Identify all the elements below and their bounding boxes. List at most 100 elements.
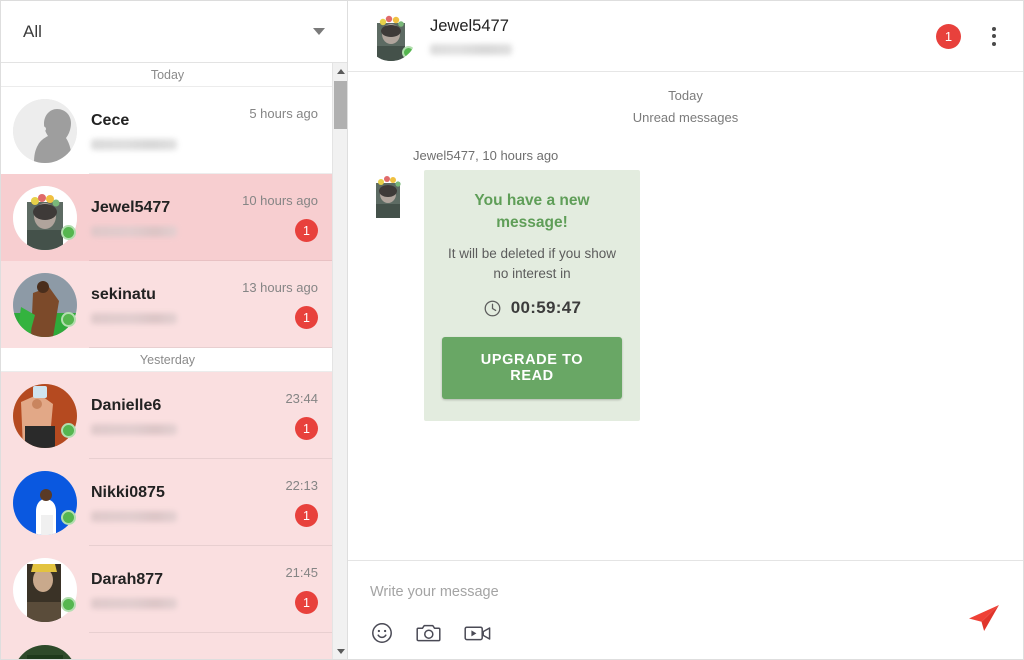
list-item-time: 23:44 (285, 391, 318, 406)
message-input[interactable] (370, 584, 910, 600)
kebab-dot (992, 26, 996, 31)
online-status-dot (61, 312, 76, 327)
list-item-divider (89, 347, 334, 348)
status-badge[interactable]: 1 (936, 23, 961, 49)
list-item-name: Darah877 (91, 570, 164, 588)
message-row: You have a new message! It will be delet… (348, 170, 1023, 421)
list-item-text: sekinatu (91, 286, 232, 324)
online-status-dot (61, 510, 76, 525)
list-item-name: Nikki0875 (91, 483, 165, 501)
list-item-meta: 5 hours ago (232, 106, 318, 155)
list-item-subtitle-blurred (91, 312, 177, 324)
list-item-time: 22:13 (285, 478, 318, 493)
list-item-time: 5 hours ago (249, 106, 318, 121)
online-status-dot (402, 46, 415, 59)
day-divider-today: Today (1, 63, 334, 87)
chat-header-text: Jewel5477 (430, 17, 936, 55)
list-item-subtitle-blurred (91, 597, 177, 609)
unread-messages-label: Unread messages (632, 110, 739, 125)
conversations-panel: All Today Cece 5 hours ago Jewel5477 10 … (0, 0, 348, 660)
bubble-description: It will be deleted if you show no intere… (447, 246, 617, 281)
unread-badge: 1 (295, 504, 318, 527)
avatar (13, 98, 77, 163)
online-status-dot (61, 597, 76, 612)
list-item-meta: 10 hours ago 1 (232, 193, 318, 242)
list-item-danielle6[interactable]: Danielle6 23:44 1 (1, 372, 334, 459)
timer-row: 00:59:47 (442, 298, 622, 318)
list-item-subtitle-blurred (91, 423, 177, 435)
chat-day-label: Today (668, 88, 703, 103)
avatar (13, 644, 77, 659)
list-item-darah877[interactable]: Darah877 21:45 1 (1, 546, 334, 633)
list-item-jewel5477[interactable]: Jewel5477 10 hours ago 1 (1, 174, 334, 261)
kebab-dot (992, 41, 996, 46)
list-item-time: 13 hours ago (242, 280, 318, 295)
clock-icon (484, 300, 501, 316)
scrollbar-thumb[interactable] (334, 81, 347, 129)
bubble-title: You have a new message! (474, 192, 590, 231)
list-item-text: Darah877 (91, 571, 232, 609)
list-item-subtitle-blurred (91, 225, 177, 237)
list-item-nikki0875[interactable]: Nikki0875 22:13 1 (1, 459, 334, 546)
day-divider-yesterday: Yesterday (1, 348, 334, 372)
unread-badge: 1 (295, 219, 318, 242)
list-scrollbar[interactable] (332, 63, 347, 659)
chat-header: Jewel5477 1 (348, 1, 1023, 72)
new-message-bubble: You have a new message! It will be delet… (424, 170, 640, 421)
filter-dropdown-label: All (23, 21, 42, 41)
list-item-meta: 13 hours ago 1 (232, 280, 318, 329)
list-item-sekinatu[interactable]: sekinatu 13 hours ago 1 (1, 261, 334, 348)
list-item-name: Danielle6 (91, 396, 162, 414)
list-item-subtitle-blurred (91, 510, 177, 522)
page-title: Jewel5477 (430, 17, 509, 35)
unread-badge: 1 (295, 306, 318, 329)
list-item[interactable] (1, 633, 334, 659)
kebab-menu-icon[interactable] (983, 21, 1005, 52)
unread-badge: 1 (295, 591, 318, 614)
message-composer (348, 560, 1023, 659)
kebab-dot (992, 34, 996, 38)
list-item-meta: 23:44 1 (232, 391, 318, 440)
chat-panel: Jewel5477 1 Today Unread messages Jewel5… (348, 0, 1024, 660)
online-status-dot (61, 423, 76, 438)
list-item-meta: 22:13 1 (232, 478, 318, 527)
list-item[interactable]: Cece 5 hours ago (1, 87, 334, 174)
list-item-name: sekinatu (91, 285, 156, 303)
photo-avatar (13, 644, 77, 659)
scroll-up-button[interactable] (333, 63, 347, 79)
list-item-text: Cece (91, 112, 232, 150)
emoji-icon[interactable] (370, 621, 394, 645)
conversation-list-wrapper: Today Cece 5 hours ago Jewel5477 10 hour… (1, 63, 347, 659)
scroll-down-button[interactable] (333, 643, 347, 659)
upgrade-to-read-button[interactable]: UPGRADE TO READ (442, 337, 622, 399)
camera-icon[interactable] (416, 621, 442, 645)
conversation-list: Today Cece 5 hours ago Jewel5477 10 hour… (1, 63, 334, 659)
avatar[interactable] (364, 170, 412, 218)
list-item-meta: 21:45 1 (232, 565, 318, 614)
placeholder-person-icon (13, 98, 77, 163)
filter-dropdown[interactable]: All (1, 1, 347, 63)
composer-icon-bar (370, 621, 492, 645)
list-item-subtitle-blurred (91, 138, 177, 150)
message-sender-line: Jewel5477, 10 hours ago (413, 148, 559, 163)
list-item-time: 10 hours ago (242, 193, 318, 208)
unread-badge: 1 (295, 417, 318, 440)
list-item-text: Jewel5477 (91, 199, 232, 237)
list-item-text: Nikki0875 (91, 484, 232, 522)
list-item-name: Jewel5477 (91, 198, 171, 216)
video-icon[interactable] (464, 622, 492, 644)
scroll-down-arrow-icon (336, 648, 345, 654)
messenger-app: All Today Cece 5 hours ago Jewel5477 10 … (0, 0, 1024, 660)
chat-messages: Today Unread messages Jewel5477, 10 hour… (348, 72, 1023, 560)
chevron-down-icon (313, 28, 325, 35)
scroll-up-arrow-icon (336, 68, 345, 74)
list-item-name: Cece (91, 111, 130, 129)
list-item-time: 21:45 (285, 565, 318, 580)
photo-avatar (364, 170, 412, 218)
avatar[interactable] (366, 11, 416, 61)
countdown-timer: 00:59:47 (510, 298, 582, 317)
online-status-dot (61, 225, 76, 240)
list-item-text: Danielle6 (91, 397, 232, 435)
chat-header-subtitle-blurred (430, 44, 512, 55)
send-paper-plane-icon[interactable] (967, 603, 1001, 633)
